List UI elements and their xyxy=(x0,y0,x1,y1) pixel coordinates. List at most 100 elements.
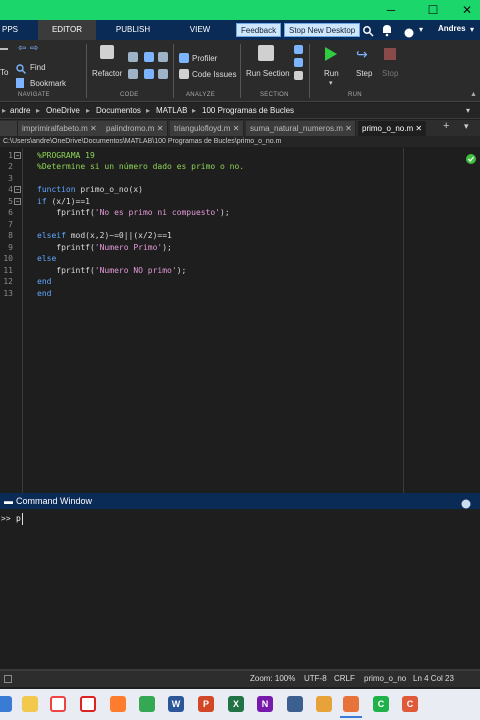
encoding[interactable]: UTF-8 xyxy=(304,671,327,687)
outdent-icon[interactable] xyxy=(158,69,168,79)
fold-toggle-icon[interactable]: − xyxy=(14,152,21,159)
close-icon[interactable]: ✕ xyxy=(157,124,164,133)
indent-icon[interactable] xyxy=(158,52,168,62)
fold-toggle-icon[interactable]: − xyxy=(14,198,21,205)
file-tab[interactable]: suma_natural_numeros.m ✕ xyxy=(246,121,356,136)
breadcrumb-separator: ▸ xyxy=(86,106,91,115)
matlab-icon[interactable] xyxy=(343,696,359,712)
address-dropdown-icon[interactable]: ▾ xyxy=(466,103,470,119)
firefox-icon[interactable] xyxy=(110,696,126,712)
command-window[interactable] xyxy=(0,509,480,669)
smart-indent-icon[interactable] xyxy=(128,69,138,79)
code-line: fprintf('Numero NO primo'); xyxy=(37,266,187,275)
bell-icon[interactable] xyxy=(381,23,393,37)
line-number: 2 xyxy=(8,162,13,171)
command-input[interactable]: p xyxy=(16,514,21,523)
word-icon[interactable]: W xyxy=(168,696,184,712)
forward-arrow-icon[interactable]: ⇨ xyxy=(30,43,38,54)
restore-button[interactable]: ☐ xyxy=(420,0,446,20)
comment-icon[interactable] xyxy=(144,52,154,62)
panel-actions-icon[interactable] xyxy=(461,496,471,509)
bookmark-icon[interactable] xyxy=(16,78,24,88)
breadcrumb-item[interactable]: andre xyxy=(10,103,30,119)
profiler-icon[interactable] xyxy=(179,53,189,63)
user-account[interactable]: Andres xyxy=(438,24,466,33)
run-dropdown-icon[interactable]: ▾ xyxy=(329,79,333,87)
code-analyzer-ok-icon[interactable] xyxy=(466,151,476,164)
line-ending[interactable]: CRLF xyxy=(334,671,355,687)
right-margin-line xyxy=(403,148,404,493)
breadcrumb-item[interactable]: Documentos xyxy=(96,103,141,119)
file-tab[interactable]: triangulofloyd.m ✕ xyxy=(170,121,244,136)
help-dropdown-icon[interactable]: ▾ xyxy=(419,25,423,34)
breadcrumb-item[interactable]: 100 Programas de Bucles xyxy=(202,103,294,119)
command-window-title: Command Window xyxy=(16,496,93,506)
taskbar-app-icon[interactable] xyxy=(316,696,332,712)
uncomment-icon[interactable] xyxy=(144,69,154,79)
tab-list-icon[interactable]: ▾ xyxy=(464,121,469,132)
code-line: else xyxy=(37,254,57,263)
refactor-button[interactable]: Refactor xyxy=(92,69,122,78)
find-icon[interactable] xyxy=(16,61,26,74)
section-break-icon[interactable] xyxy=(294,45,303,54)
run-icon[interactable] xyxy=(324,46,338,62)
tab-publish[interactable]: PUBLISH xyxy=(104,20,162,40)
step-icon[interactable]: ↪ xyxy=(356,46,368,63)
help-icon[interactable] xyxy=(404,25,414,38)
powerpoint-icon[interactable]: P xyxy=(198,696,214,712)
file-explorer-icon[interactable] xyxy=(22,696,38,712)
opera-icon[interactable] xyxy=(50,696,66,712)
step-button[interactable]: Step xyxy=(356,69,372,78)
tab-editor[interactable]: EDITOR xyxy=(38,20,96,40)
back-arrow-icon[interactable]: ⇦ xyxy=(18,43,26,54)
close-icon[interactable]: ✕ xyxy=(345,124,352,133)
chrome-icon[interactable] xyxy=(139,696,155,712)
code-issues-icon[interactable] xyxy=(179,69,189,79)
code-issues-button[interactable]: Code Issues xyxy=(192,70,236,79)
stop-button: Stop xyxy=(382,69,399,78)
excel-icon[interactable]: X xyxy=(228,696,244,712)
file-tab[interactable]: palindromo.m ✕ xyxy=(102,121,168,136)
minimize-button[interactable]: ─ xyxy=(378,0,404,20)
fold-toggle-icon[interactable]: − xyxy=(14,186,21,193)
close-button[interactable]: ✕ xyxy=(454,0,480,20)
close-icon[interactable]: ✕ xyxy=(90,124,97,133)
run-to-end-icon[interactable] xyxy=(294,71,303,80)
camtasia-icon[interactable]: C xyxy=(373,696,389,712)
search-icon[interactable] xyxy=(362,24,374,37)
insert-comment-icon[interactable] xyxy=(128,52,138,62)
tab-view[interactable]: VIEW xyxy=(172,20,228,40)
user-dropdown-icon[interactable]: ▾ xyxy=(470,25,474,34)
opera-alt-icon[interactable] xyxy=(80,696,96,712)
breadcrumb-item[interactable]: MATLAB xyxy=(156,103,187,119)
profiler-button[interactable]: Profiler xyxy=(192,54,217,63)
collapse-panel-icon[interactable]: ▬ xyxy=(4,496,13,506)
refactor-icon[interactable] xyxy=(100,45,114,59)
run-button[interactable]: Run xyxy=(324,69,339,78)
goto-icon[interactable] xyxy=(0,48,8,56)
camtasia-recorder-icon[interactable]: C xyxy=(402,696,418,712)
breadcrumb-item[interactable]: OneDrive xyxy=(46,103,80,119)
taskbar-app-icon[interactable] xyxy=(287,696,303,712)
stop-desktop-button[interactable]: Stop New Desktop xyxy=(284,23,361,37)
line-number: 4 xyxy=(8,185,13,194)
text-cursor xyxy=(22,513,27,525)
run-section-icon[interactable] xyxy=(258,45,274,61)
collapse-ribbon-icon[interactable]: ▲ xyxy=(470,91,477,98)
file-tabs-scroll[interactable] xyxy=(0,121,18,136)
find-button[interactable]: Find xyxy=(30,63,46,72)
feedback-button[interactable]: Feedback xyxy=(236,23,282,37)
file-tab-active[interactable]: primo_o_no.m ✕ xyxy=(358,121,426,136)
bookmark-button[interactable]: Bookmark xyxy=(30,79,66,88)
goto-label[interactable]: To xyxy=(0,68,8,77)
close-icon[interactable]: ✕ xyxy=(233,124,240,133)
run-advance-icon[interactable] xyxy=(294,58,303,67)
new-tab-icon[interactable]: + xyxy=(443,120,449,132)
tab-apps[interactable]: PPS xyxy=(0,20,20,40)
onenote-icon[interactable]: N xyxy=(257,696,273,712)
zoom-level[interactable]: Zoom: 100% xyxy=(250,671,295,687)
group-analyze: ANALYZE xyxy=(186,92,215,98)
close-icon[interactable]: ✕ xyxy=(415,124,422,133)
taskbar-app-icon[interactable] xyxy=(0,696,12,712)
run-section-button[interactable]: Run Section xyxy=(246,69,290,78)
